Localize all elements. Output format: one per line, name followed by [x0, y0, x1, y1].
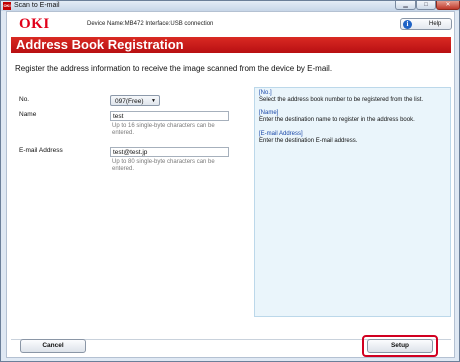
address-number-value: 097(Free)	[115, 98, 144, 105]
oki-logo: OKI	[19, 16, 50, 32]
help-no-text: Select the address book number to be reg…	[259, 97, 424, 103]
page-title: Address Book Registration	[16, 37, 184, 52]
close-button[interactable]: ✕	[436, 1, 460, 10]
name-input[interactable]	[110, 111, 229, 121]
info-icon: i	[403, 20, 412, 29]
email-input[interactable]	[110, 147, 229, 157]
name-label: Name	[19, 111, 37, 118]
cancel-button[interactable]: Cancel	[20, 339, 86, 353]
help-button[interactable]: i Help	[400, 18, 452, 30]
help-email-text: Enter the destination E-mail address.	[259, 138, 358, 144]
help-name-heading: [Name]	[259, 110, 279, 116]
device-info: Device Name:MB472 Interface:USB connecti…	[87, 21, 214, 27]
window-title: Scan to E-mail	[14, 2, 60, 9]
help-no-heading: [No.]	[259, 90, 272, 96]
maximize-button[interactable]: □	[416, 1, 436, 10]
setup-button[interactable]: Setup	[367, 339, 433, 353]
help-email-heading: [E-mail Address]	[259, 131, 303, 137]
no-label: No.	[19, 96, 30, 103]
email-label: E-mail Address	[19, 147, 63, 154]
page-banner: Address Book Registration	[11, 37, 451, 53]
app-window: OKI Scan to E-mail ▁ □ ✕ OKI Device Name…	[0, 0, 460, 362]
name-hint: Up to 16 single-byte characters can be e…	[112, 123, 215, 136]
oki-app-icon: OKI	[3, 2, 11, 10]
minimize-button[interactable]: ▁	[395, 1, 416, 10]
intro-text: Register the address information to rece…	[15, 64, 333, 73]
dialog-content: OKI Device Name:MB472 Interface:USB conn…	[6, 11, 455, 358]
chevron-down-icon: ▼	[151, 98, 156, 104]
help-name-text: Enter the destination name to register i…	[259, 117, 415, 123]
title-bar[interactable]: OKI Scan to E-mail ▁ □ ✕	[1, 1, 460, 11]
help-label: Help	[429, 21, 442, 27]
email-hint: Up to 80 single-byte characters can be e…	[112, 159, 215, 172]
help-panel: [No.] Select the address book number to …	[254, 87, 451, 317]
address-number-select[interactable]: 097(Free) ▼	[110, 95, 160, 106]
